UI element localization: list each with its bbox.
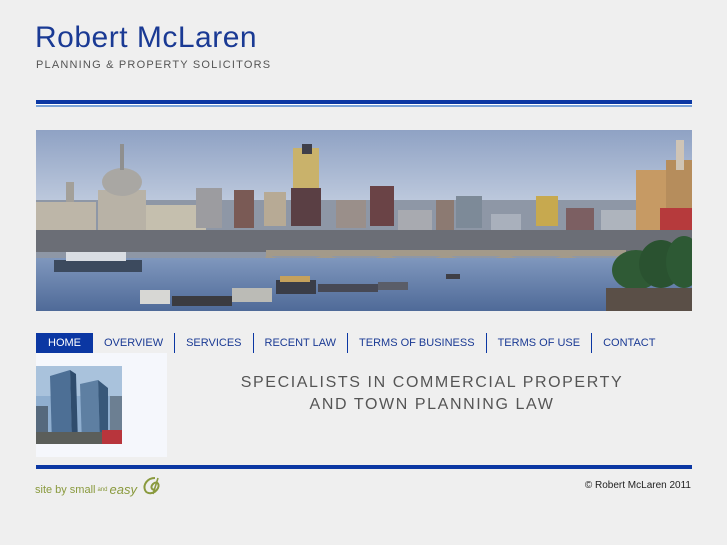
nav-services[interactable]: SERVICES (175, 333, 252, 353)
nav-overview[interactable]: OVERVIEW (93, 333, 174, 353)
nav-home[interactable]: HOME (36, 333, 93, 353)
nav-terms-of-business[interactable]: TERMS OF BUSINESS (348, 333, 486, 353)
nav-contact[interactable]: CONTACT (592, 333, 666, 353)
site-credit-link[interactable]: site by small and easy (35, 476, 163, 503)
page: Robert McLaren PLANNING & PROPERTY SOLIC… (0, 0, 727, 545)
headline-line-1: SPECIALISTS IN COMMERCIAL PROPERTY (240, 374, 624, 391)
credit-easy: easy (109, 481, 137, 497)
credit-prefix: site by (35, 483, 67, 496)
sidebar-panel (36, 353, 167, 457)
credit-small: small (69, 483, 96, 496)
credit-and: and (97, 486, 108, 493)
copyright-text: © Robert McLaren 2011 (584, 480, 691, 491)
main-navigation: HOME OVERVIEW SERVICES RECENT LAW TERMS … (36, 333, 692, 353)
office-towers-image (36, 366, 122, 444)
headline-line-2: AND TOWN PLANNING LAW (309, 396, 555, 413)
header-divider (36, 100, 692, 107)
nav-recent-law[interactable]: RECENT LAW (254, 333, 348, 353)
london-skyline-image (36, 130, 692, 311)
site-tagline: PLANNING & PROPERTY SOLICITORS (36, 59, 272, 71)
site-title[interactable]: Robert McLaren (35, 20, 257, 56)
small-and-easy-logo-icon (141, 476, 163, 503)
footer-divider (36, 465, 692, 469)
nav-terms-of-use[interactable]: TERMS OF USE (487, 333, 592, 353)
page-headline: SPECIALISTS IN COMMERCIAL PROPERTY AND T… (167, 372, 697, 416)
